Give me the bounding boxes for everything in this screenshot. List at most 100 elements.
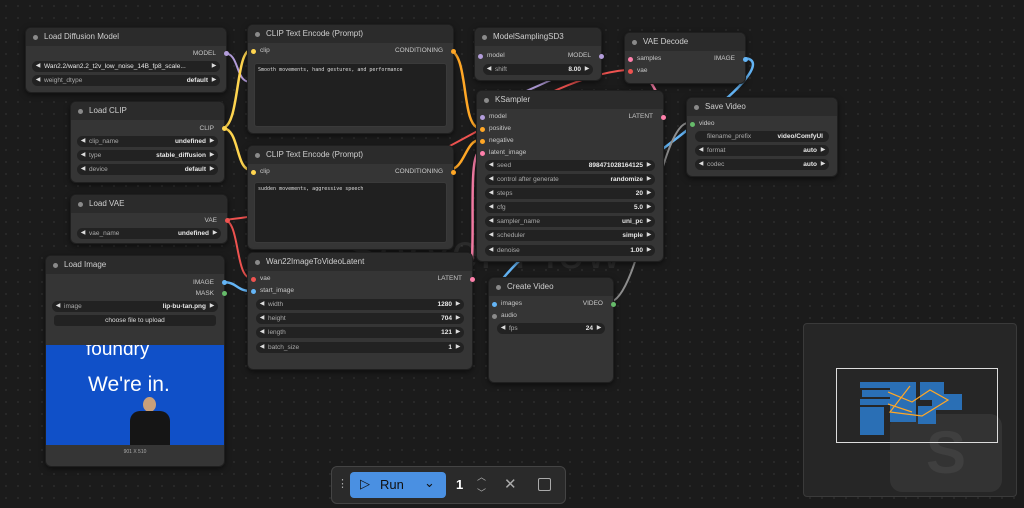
stop-icon[interactable]	[538, 478, 551, 491]
arrow-right-icon[interactable]: ▶	[454, 299, 462, 310]
output-slot-vae[interactable]	[225, 218, 230, 223]
arrow-right-icon[interactable]: ▶	[454, 313, 462, 324]
codec-widget[interactable]: ◀ codec auto ▶	[695, 159, 829, 170]
arrow-right-icon[interactable]: ▶	[583, 64, 591, 75]
fps-widget[interactable]: ◀ fps 24 ▶	[497, 323, 605, 334]
arrow-right-icon[interactable]: ▶	[210, 75, 218, 86]
arrow-right-icon[interactable]: ▶	[645, 230, 653, 241]
collapse-dot-icon[interactable]	[694, 105, 699, 110]
input-slot-model[interactable]	[480, 115, 485, 120]
input-slot-clip[interactable]	[251, 170, 256, 175]
arrow-left-icon[interactable]: ◀	[487, 188, 495, 199]
collapse-dot-icon[interactable]	[78, 109, 83, 114]
height-widget[interactable]: ◀ height 704 ▶	[256, 313, 464, 324]
collapse-dot-icon[interactable]	[78, 202, 83, 207]
arrow-left-icon[interactable]: ◀	[54, 301, 62, 312]
input-slot-latent-image[interactable]	[480, 151, 485, 156]
arrow-left-icon[interactable]: ◀	[34, 75, 42, 86]
arrow-right-icon[interactable]: ▶	[454, 342, 462, 353]
prompt-textarea[interactable]: sudden movements, aggressive speech	[254, 182, 447, 243]
clip-name-widget[interactable]: ◀ clip_name undefined ▶	[77, 136, 218, 147]
arrow-right-icon[interactable]: ▶	[208, 301, 216, 312]
arrow-right-icon[interactable]: ▶	[595, 323, 603, 334]
collapse-dot-icon[interactable]	[484, 98, 489, 103]
input-slot-vae[interactable]	[628, 69, 633, 74]
arrow-left-icon[interactable]: ◀	[487, 174, 495, 185]
arrow-left-icon[interactable]: ◀	[487, 216, 495, 227]
collapse-dot-icon[interactable]	[255, 153, 260, 158]
node-save-video[interactable]: Save Video video filename_prefix video/Co…	[686, 97, 838, 177]
arrow-left-icon[interactable]: ◀	[258, 299, 266, 310]
arrow-right-icon[interactable]: ▶	[208, 136, 216, 147]
arrow-left-icon[interactable]: ◀	[487, 160, 495, 171]
ksampler-sampler-widget[interactable]: ◀ sampler_name uni_pc ▶	[485, 216, 655, 227]
format-widget[interactable]: ◀ format auto ▶	[695, 145, 829, 156]
input-slot-samples[interactable]	[628, 57, 633, 62]
ksampler-denoise-widget[interactable]: ◀ denoise 1.00 ▶	[485, 245, 655, 256]
arrow-right-icon[interactable]: ▶	[645, 160, 653, 171]
close-icon[interactable]: ✕	[504, 475, 517, 493]
decrement-icon[interactable]: ﹀	[477, 486, 486, 499]
arrow-right-icon[interactable]: ▶	[208, 150, 216, 161]
arrow-left-icon[interactable]: ◀	[34, 61, 42, 72]
input-slot-vae[interactable]	[251, 277, 256, 282]
arrow-left-icon[interactable]: ◀	[697, 145, 705, 156]
arrow-left-icon[interactable]: ◀	[499, 323, 507, 334]
collapse-dot-icon[interactable]	[255, 260, 260, 265]
output-slot-conditioning[interactable]	[451, 49, 456, 54]
arrow-left-icon[interactable]: ◀	[485, 64, 493, 75]
arrow-left-icon[interactable]: ◀	[258, 327, 266, 338]
output-slot-clip[interactable]	[222, 126, 227, 131]
input-slot-model[interactable]	[478, 54, 483, 59]
collapse-dot-icon[interactable]	[33, 35, 38, 40]
queue-count-input[interactable]: 1	[456, 477, 463, 492]
prompt-textarea[interactable]: Smooth movements, hand gestures, and per…	[254, 63, 447, 127]
output-slot-video[interactable]	[611, 302, 616, 307]
output-slot-mask[interactable]	[222, 291, 227, 296]
arrow-left-icon[interactable]: ◀	[487, 202, 495, 213]
input-slot-audio[interactable]	[492, 314, 497, 319]
image-select-widget[interactable]: ◀ image lip-bu-tan.png ▶	[52, 301, 218, 312]
drag-handle-icon[interactable]: ⋮	[337, 477, 348, 490]
arrow-left-icon[interactable]: ◀	[79, 136, 87, 147]
arrow-right-icon[interactable]: ▶	[819, 159, 827, 170]
collapse-dot-icon[interactable]	[255, 32, 260, 37]
arrow-right-icon[interactable]: ▶	[819, 145, 827, 156]
arrow-right-icon[interactable]: ▶	[454, 327, 462, 338]
arrow-right-icon[interactable]: ▶	[645, 188, 653, 199]
upload-button[interactable]: choose file to upload	[54, 315, 216, 326]
node-load-vae[interactable]: Load VAE VAE ◀ vae_name undefined ▶	[70, 194, 230, 244]
clip-device-widget[interactable]: ◀ device default ▶	[77, 164, 218, 175]
output-slot-latent[interactable]	[470, 277, 475, 282]
unet-name-widget[interactable]: ◀ Wan2.2/wan2.2_t2v_low_noise_14B_fp8_sc…	[32, 61, 220, 72]
minimap[interactable]: S	[803, 323, 1017, 497]
ksampler-control-widget[interactable]: ◀ control after generate randomize ▶	[485, 174, 655, 185]
input-slot-video[interactable]	[690, 122, 695, 127]
arrow-right-icon[interactable]: ▶	[645, 245, 653, 256]
ksampler-seed-widget[interactable]: ◀ seed 898471028164125 ▶	[485, 160, 655, 171]
node-vae-decode[interactable]: VAE Decode samples IMAGE vae	[624, 32, 748, 84]
node-load-diffusion-model[interactable]: Load Diffusion Model MODEL ◀ Wan2.2/wan2…	[25, 27, 229, 93]
vae-name-widget[interactable]: ◀ vae_name undefined ▶	[77, 228, 221, 239]
output-slot-image[interactable]	[222, 280, 227, 285]
arrow-left-icon[interactable]: ◀	[79, 150, 87, 161]
collapse-dot-icon[interactable]	[482, 35, 487, 40]
increment-icon[interactable]: ︿	[477, 470, 486, 483]
output-slot-latent[interactable]	[661, 115, 666, 120]
output-slot-image[interactable]	[743, 57, 748, 62]
arrow-right-icon[interactable]: ▶	[645, 216, 653, 227]
run-button[interactable]: ▷ Run ⌄	[350, 472, 446, 498]
arrow-left-icon[interactable]: ◀	[258, 342, 266, 353]
ksampler-scheduler-widget[interactable]: ◀ scheduler simple ▶	[485, 230, 655, 241]
arrow-right-icon[interactable]: ▶	[645, 174, 653, 185]
input-slot-clip[interactable]	[251, 49, 256, 54]
node-load-clip[interactable]: Load CLIP CLIP ◀ clip_name undefined ▶ ◀…	[70, 101, 227, 183]
input-slot-positive[interactable]	[480, 127, 485, 132]
ksampler-cfg-widget[interactable]: ◀ cfg 5.0 ▶	[485, 202, 655, 213]
input-slot-images[interactable]	[492, 302, 497, 307]
arrow-left-icon[interactable]: ◀	[697, 159, 705, 170]
collapse-dot-icon[interactable]	[496, 285, 501, 290]
width-widget[interactable]: ◀ width 1280 ▶	[256, 299, 464, 310]
collapse-dot-icon[interactable]	[53, 263, 58, 268]
node-model-sampling-sd3[interactable]: ModelSamplingSD3 model MODEL ◀ shift 8.0…	[474, 27, 604, 81]
